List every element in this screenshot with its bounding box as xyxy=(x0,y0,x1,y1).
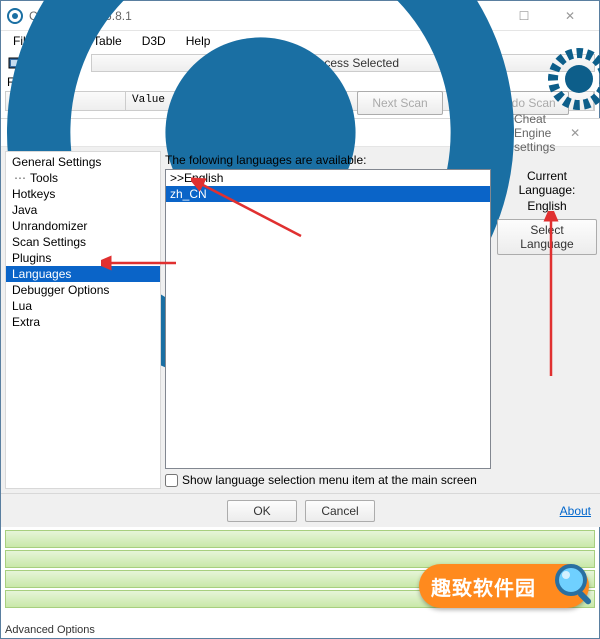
language-item[interactable]: zh_CN xyxy=(166,186,490,202)
tree-item-languages[interactable]: Languages xyxy=(6,266,160,282)
tree-item-unrandomizer[interactable]: Unrandomizer xyxy=(6,218,160,234)
current-language-label: Current Language: xyxy=(497,169,597,197)
tree-item-general-settings[interactable]: General Settings xyxy=(6,154,160,170)
available-languages-label: The folowing languages are available: xyxy=(165,151,597,169)
about-link[interactable]: About xyxy=(560,504,591,518)
settings-dialog: Cheat Engine settings ✕ General Settings… xyxy=(1,118,600,527)
tree-item-hotkeys[interactable]: Hotkeys xyxy=(6,186,160,202)
language-item[interactable]: >>English xyxy=(166,170,490,186)
magnifier-icon xyxy=(551,560,599,608)
close-button[interactable]: ✕ xyxy=(547,2,593,30)
tree-item-plugins[interactable]: Plugins xyxy=(6,250,160,266)
show-language-menu-label: Show language selection menu item at the… xyxy=(182,473,477,487)
background-gear-icon xyxy=(547,47,600,111)
select-language-button[interactable]: Select Language xyxy=(497,219,597,255)
watermark-badge: 趣致软件园 xyxy=(419,564,589,608)
advanced-options-label[interactable]: Advanced Options xyxy=(5,624,95,636)
tree-item-tools[interactable]: Tools xyxy=(6,170,160,186)
settings-tree[interactable]: General SettingsToolsHotkeysJavaUnrandom… xyxy=(5,151,161,489)
cheat-table-row[interactable] xyxy=(5,530,595,548)
tree-item-extra[interactable]: Extra xyxy=(6,314,160,330)
current-language-value: English xyxy=(527,199,566,213)
settings-titlebar: Cheat Engine settings ✕ xyxy=(1,119,600,147)
watermark-text: 趣致软件园 xyxy=(431,572,536,601)
ok-button[interactable]: OK xyxy=(227,500,297,522)
language-list[interactable]: >>Englishzh_CN xyxy=(165,169,491,469)
cancel-button[interactable]: Cancel xyxy=(305,500,375,522)
tree-item-debugger-options[interactable]: Debugger Options xyxy=(6,282,160,298)
tree-item-java[interactable]: Java xyxy=(6,202,160,218)
settings-close-button[interactable]: ✕ xyxy=(555,119,595,147)
tree-item-lua[interactable]: Lua xyxy=(6,298,160,314)
show-language-menu-checkbox[interactable] xyxy=(165,474,178,487)
tree-item-scan-settings[interactable]: Scan Settings xyxy=(6,234,160,250)
